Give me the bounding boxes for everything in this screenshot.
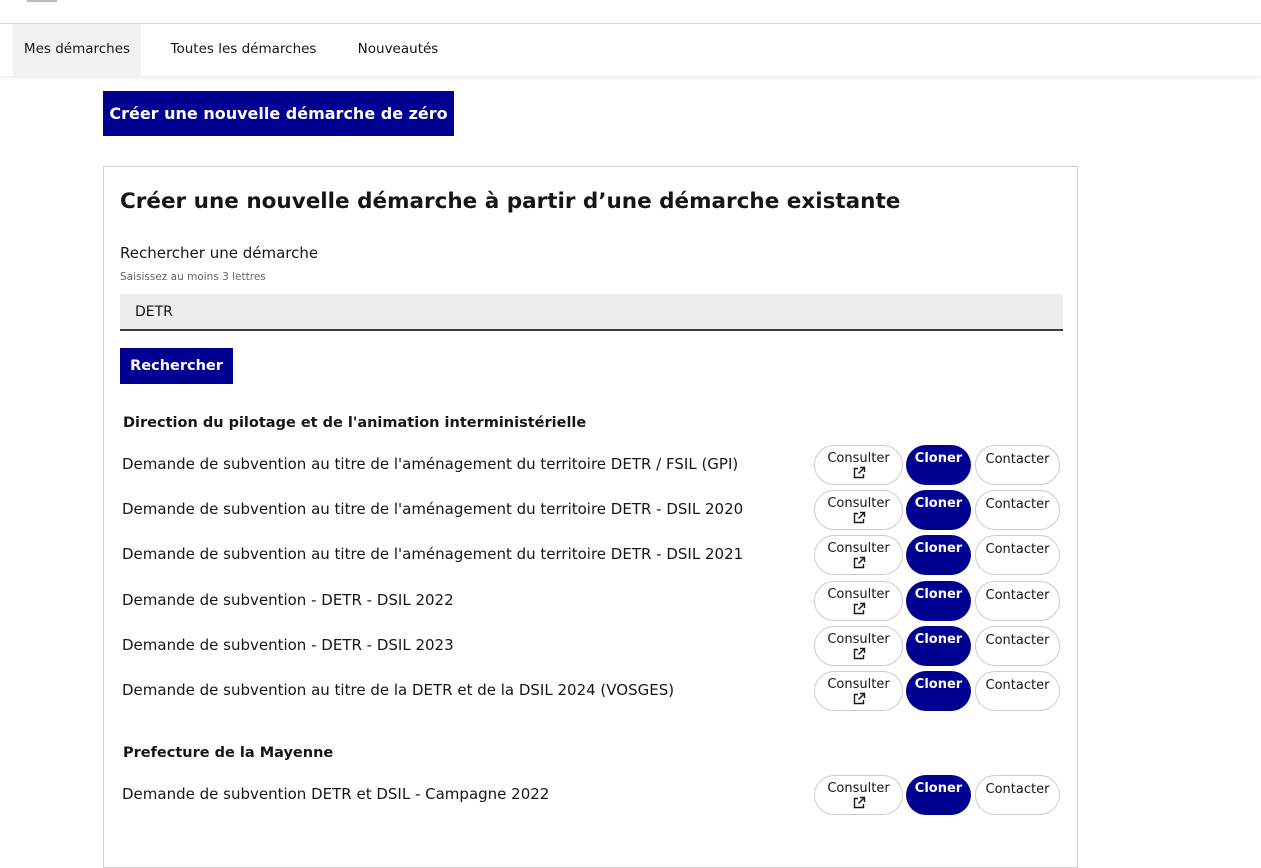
procedure-title: Demande de subvention DETR et DSIL - Cam… — [122, 785, 550, 803]
procedure-row: Demande de subvention au titre de l'amén… — [122, 490, 1062, 532]
search-input[interactable] — [120, 294, 1063, 331]
card-title: Créer une nouvelle démarche à partir d’u… — [120, 189, 901, 214]
clone-button[interactable]: Cloner — [906, 581, 971, 621]
procedure-row: Demande de subvention au titre de l'amén… — [122, 445, 1062, 487]
consult-label: Consulter — [827, 632, 890, 647]
organisation-title: Direction du pilotage et de l'animation … — [123, 415, 587, 431]
clone-procedure-card: Créer une nouvelle démarche à partir d’u… — [103, 166, 1078, 868]
nav-item-nouveautes[interactable]: Nouveautés — [348, 24, 448, 76]
consult-label: Consulter — [827, 541, 890, 556]
contact-button[interactable]: Contacter — [975, 671, 1060, 711]
main-navigation: Mes démarches Toutes les démarches Nouve… — [0, 24, 1261, 76]
clone-button[interactable]: Cloner — [906, 490, 971, 530]
procedure-title: Demande de subvention au titre de l'amén… — [122, 545, 744, 563]
create-from-scratch-button[interactable]: Créer une nouvelle démarche de zéro — [103, 91, 454, 136]
clone-button[interactable]: Cloner — [906, 775, 971, 815]
external-link-icon — [852, 647, 866, 661]
external-link-icon — [852, 602, 866, 616]
clone-button[interactable]: Cloner — [906, 535, 971, 575]
consult-button[interactable]: Consulter — [814, 535, 903, 575]
contact-button[interactable]: Contacter — [975, 535, 1060, 575]
contact-button[interactable]: Contacter — [975, 445, 1060, 485]
nav-item-mes-demarches[interactable]: Mes démarches — [13, 24, 141, 76]
search-hint: Saisissez au moins 3 lettres — [120, 271, 266, 283]
consult-button[interactable]: Consulter — [814, 775, 903, 815]
external-link-icon — [852, 466, 866, 480]
clone-button[interactable]: Cloner — [906, 626, 971, 666]
external-link-icon — [852, 511, 866, 525]
external-link-icon — [852, 692, 866, 706]
search-label: Rechercher une démarche — [120, 244, 319, 262]
procedure-title: Demande de subvention - DETR - DSIL 2023 — [122, 636, 454, 654]
consult-button[interactable]: Consulter — [814, 626, 903, 666]
procedure-row: Demande de subvention - DETR - DSIL 2022… — [122, 581, 1062, 623]
clone-button[interactable]: Cloner — [906, 445, 971, 485]
contact-button[interactable]: Contacter — [975, 581, 1060, 621]
organisation-title: Prefecture de la Mayenne — [123, 745, 334, 761]
external-link-icon — [852, 796, 866, 810]
procedure-row: Demande de subvention DETR et DSIL - Cam… — [122, 775, 1062, 817]
procedure-title: Demande de subvention - DETR - DSIL 2022 — [122, 591, 454, 609]
consult-button[interactable]: Consulter — [814, 671, 903, 711]
consult-button[interactable]: Consulter — [814, 581, 903, 621]
search-button[interactable]: Rechercher — [120, 348, 233, 384]
contact-button[interactable]: Contacter — [975, 775, 1060, 815]
external-link-icon — [852, 556, 866, 570]
procedure-row: Demande de subvention au titre de l'amén… — [122, 535, 1062, 577]
procedure-row: Demande de subvention - DETR - DSIL 2023… — [122, 626, 1062, 668]
clone-button[interactable]: Cloner — [906, 671, 971, 711]
consult-button[interactable]: Consulter — [814, 490, 903, 530]
procedure-title: Demande de subvention au titre de la DET… — [122, 681, 675, 699]
procedure-row: Demande de subvention au titre de la DET… — [122, 671, 1062, 713]
consult-button[interactable]: Consulter — [814, 445, 903, 485]
top-header — [0, 0, 1261, 24]
consult-label: Consulter — [827, 677, 890, 692]
consult-label: Consulter — [827, 587, 890, 602]
procedure-title: Demande de subvention au titre de l'amén… — [122, 500, 744, 518]
nav-item-toutes-les-demarches[interactable]: Toutes les démarches — [163, 24, 324, 76]
consult-label: Consulter — [827, 451, 890, 466]
logo — [27, 0, 57, 2]
procedure-title: Demande de subvention au titre de l'amén… — [122, 455, 739, 473]
consult-label: Consulter — [827, 496, 890, 511]
contact-button[interactable]: Contacter — [975, 490, 1060, 530]
contact-button[interactable]: Contacter — [975, 626, 1060, 666]
consult-label: Consulter — [827, 781, 890, 796]
